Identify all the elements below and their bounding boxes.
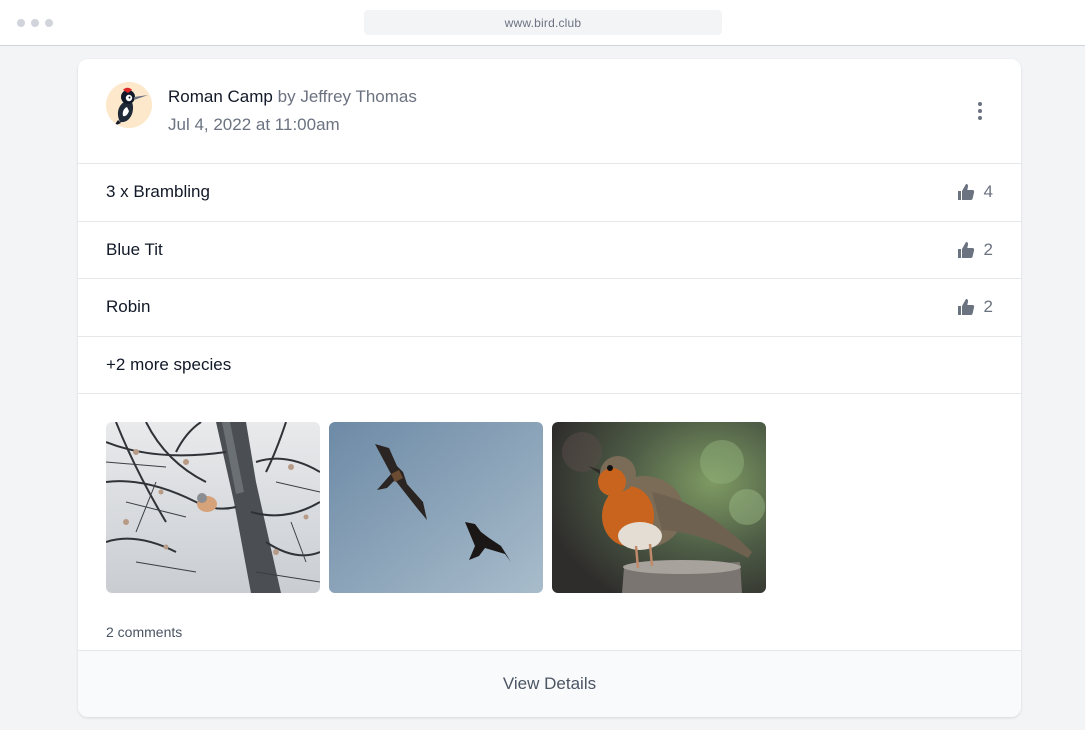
address-bar[interactable]: www.bird.club bbox=[364, 10, 722, 35]
author-link[interactable]: Jeffrey Thomas bbox=[300, 87, 417, 106]
vertical-dots-icon bbox=[978, 102, 982, 106]
sighting-card: Roman Camp by Jeffrey Thomas Jul 4, 2022… bbox=[78, 59, 1021, 717]
card-header: Roman Camp by Jeffrey Thomas Jul 4, 2022… bbox=[78, 59, 1021, 164]
like-count: 2 bbox=[983, 239, 993, 259]
woodpecker-avatar-icon bbox=[106, 82, 152, 128]
robin-photo bbox=[552, 422, 766, 593]
post-title: Roman Camp by Jeffrey Thomas bbox=[168, 86, 417, 108]
window-dot-icon[interactable] bbox=[31, 19, 39, 27]
thumbs-up-icon bbox=[957, 299, 974, 316]
vertical-dots-icon bbox=[978, 109, 982, 113]
species-row[interactable]: Robin 2 bbox=[78, 279, 1021, 337]
like-count: 2 bbox=[983, 297, 993, 317]
view-details-label: View Details bbox=[502, 674, 597, 693]
species-list: 3 x Brambling 4 Blue Tit 2 Robin 2 +2 mo… bbox=[78, 164, 1021, 394]
photo-thumbnail[interactable] bbox=[552, 422, 766, 593]
brambling-photo bbox=[106, 422, 320, 593]
thumbs-up-icon bbox=[957, 184, 974, 201]
post-meta: Roman Camp by Jeffrey Thomas Jul 4, 2022… bbox=[168, 86, 417, 136]
more-species-label: +2 more species bbox=[106, 354, 232, 374]
like-button[interactable]: 4 bbox=[956, 182, 993, 202]
location-link[interactable]: Roman Camp bbox=[168, 87, 273, 106]
birds-in-flight-photo bbox=[329, 422, 543, 593]
window-controls bbox=[17, 19, 53, 27]
more-options-button[interactable] bbox=[968, 97, 992, 125]
vertical-dots-icon bbox=[978, 116, 982, 120]
species-name: Blue Tit bbox=[106, 239, 163, 259]
photo-gallery bbox=[106, 422, 766, 593]
window-dot-icon[interactable] bbox=[45, 19, 53, 27]
view-details-button[interactable]: View Details bbox=[78, 650, 1021, 717]
species-row[interactable]: Blue Tit 2 bbox=[78, 222, 1021, 279]
photo-thumbnail[interactable] bbox=[329, 422, 543, 593]
comments-link[interactable]: 2 comments bbox=[106, 624, 182, 640]
more-species-link[interactable]: +2 more species bbox=[78, 337, 1021, 394]
species-name: 3 x Brambling bbox=[106, 182, 210, 202]
like-count: 4 bbox=[983, 182, 993, 202]
species-name: Robin bbox=[106, 297, 151, 317]
like-button[interactable]: 2 bbox=[956, 240, 993, 260]
like-button[interactable]: 2 bbox=[956, 297, 993, 317]
post-date: Jul 4, 2022 at 11:00am bbox=[168, 115, 340, 134]
browser-bar: www.bird.club bbox=[0, 0, 1085, 46]
by-label: by bbox=[277, 87, 296, 106]
thumbs-up-icon bbox=[957, 241, 974, 258]
avatar[interactable] bbox=[106, 82, 152, 128]
photo-thumbnail[interactable] bbox=[106, 422, 320, 593]
window-dot-icon[interactable] bbox=[17, 19, 25, 27]
species-row[interactable]: 3 x Brambling 4 bbox=[78, 164, 1021, 222]
